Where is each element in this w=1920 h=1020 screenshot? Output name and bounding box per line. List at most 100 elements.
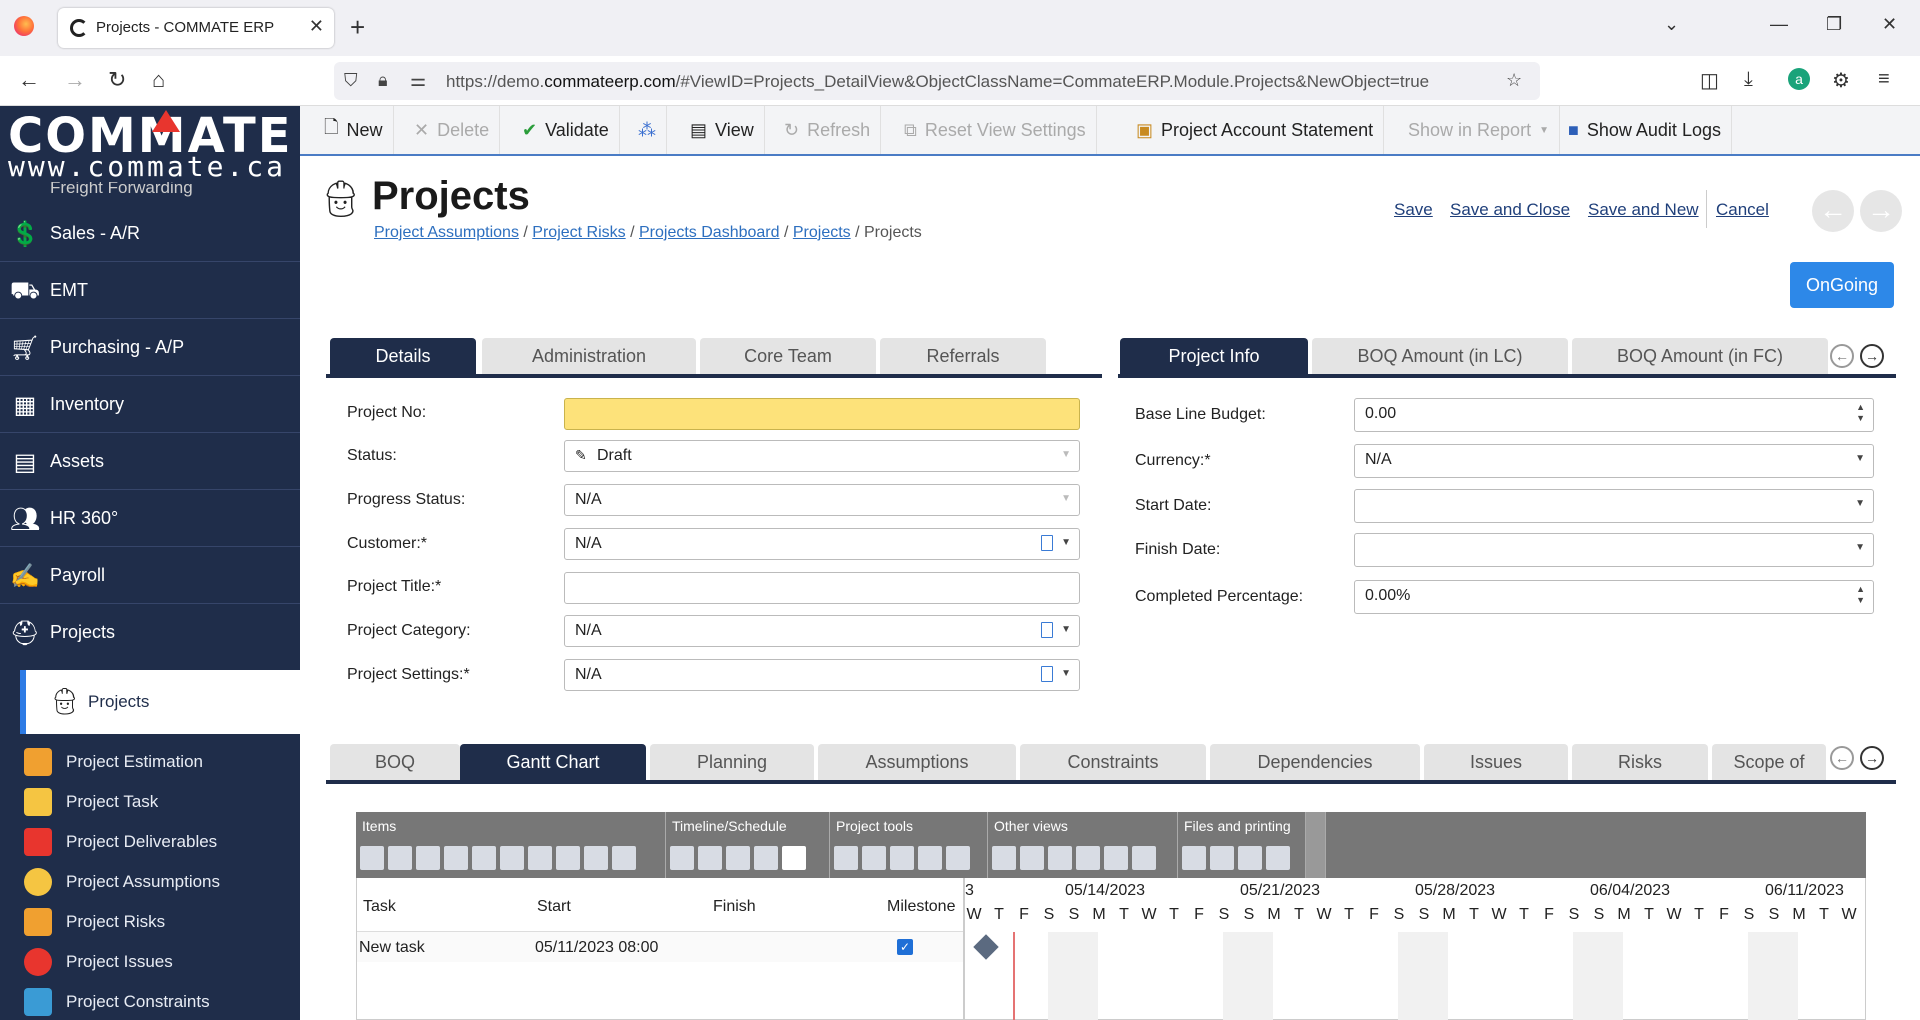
completed-percentage-input[interactable]: 0.00% ▲ ▼ [1354,580,1874,614]
bottom-tabs-scroll-right-icon[interactable]: → [1860,746,1884,770]
show-audit-logs-button[interactable]: ■ Show Audit Logs [1558,106,1732,154]
sidebar-subitem-project-estimation[interactable]: Project Estimation [0,742,300,782]
tab-dependencies[interactable]: Dependencies [1210,744,1420,780]
browser-tab[interactable]: Projects - COMMATE ERP ✕ [58,8,334,48]
chevron-down-icon[interactable]: ▼ [1855,542,1865,553]
chevron-down-icon[interactable]: ▼ [1855,453,1865,464]
downloads-icon[interactable]: ⤓ [1744,68,1753,91]
scroll-left-icon[interactable] [726,846,750,870]
tab-project-info[interactable]: Project Info [1120,338,1308,374]
tab-assumptions[interactable]: Assumptions [818,744,1016,780]
print-preview-icon[interactable] [890,846,914,870]
tab-administration[interactable]: Administration [482,338,696,374]
url-bar[interactable]: ⛉ 🔒︎ ⚌ https://demo.commateerp.com/#View… [334,62,1540,100]
move-down-icon[interactable] [612,846,636,870]
tab-referrals[interactable]: Referrals [880,338,1046,374]
save-and-new-link[interactable]: Save and New [1588,200,1699,219]
sidebar-subitem-project-constraints[interactable]: Project Constraints [0,982,300,1020]
save-link[interactable]: Save [1394,200,1433,219]
list-view-icon[interactable] [1104,846,1128,870]
breadcrumb-link-projects-dashboard[interactable]: Projects Dashboard [639,224,780,241]
chevron-down-icon[interactable]: ▼ [1061,624,1071,635]
progress-status-field[interactable]: N/A ▼ [564,484,1080,516]
tab-issues[interactable]: Issues [1424,744,1568,780]
schedule-icon[interactable] [834,846,858,870]
new-tab-icon[interactable]: + [350,12,365,43]
sidebar-item-projects[interactable]: ⛑︎ Projects [0,605,300,661]
sidebar-subitem-project-risks[interactable]: Project Risks [0,902,300,942]
spinner-icon[interactable]: ▲ ▼ [1856,402,1865,424]
delete-button[interactable]: ✕ Delete [404,106,501,154]
reset-view-settings-button[interactable]: ⧉ Reset View Settings [894,106,1097,154]
hierarchy-view-icon[interactable] [1076,846,1100,870]
chevron-down-icon[interactable]: ▼ [1061,449,1071,460]
tab-boq-amount-lc[interactable]: BOQ Amount (in LC) [1312,338,1568,374]
sidebar-item-hr[interactable]: 👥︎ HR 360° [0,491,300,547]
shield-icon[interactable]: ⛉ [344,70,358,91]
stop-icon[interactable] [782,846,806,870]
forward-icon[interactable]: → [64,67,86,93]
validate-button[interactable]: ✔ Validate [512,106,620,154]
start-date-field[interactable]: ▼ [1354,489,1874,523]
finish-date-field[interactable]: ▼ [1354,533,1874,567]
customer-field[interactable]: N/A ▼ [564,528,1080,560]
sidebar-item-payroll[interactable]: ✍ Payroll [0,548,300,604]
sidebar-item-freight-forwarding[interactable]: Freight Forwarding [0,178,300,202]
tab-details[interactable]: Details [330,338,476,374]
task-start-cell[interactable]: 05/11/2023 08:00 [535,939,658,957]
task-name-cell[interactable]: New task [359,939,425,957]
fullscreen-icon[interactable] [1132,846,1156,870]
close-tab-icon[interactable]: ✕ [309,16,324,37]
outdent-icon[interactable] [444,846,468,870]
bottom-tabs-scroll-left-icon[interactable]: ← [1830,746,1854,770]
finish-column-header[interactable]: Finish [713,898,756,916]
sidebar-item-emt[interactable]: ⛟ EMT [0,263,300,319]
project-settings-field[interactable]: N/A ▼ [564,659,1080,691]
tabs-scroll-left-icon[interactable]: ← [1830,344,1854,368]
tab-gantt-chart[interactable]: Gantt Chart [460,744,646,780]
commate-logo[interactable]: COMMATE www.commate.ca [0,106,300,183]
base-line-budget-input[interactable]: 0.00 ▲ ▼ [1354,398,1874,432]
firefox-icon[interactable] [14,16,34,36]
tab-planning[interactable]: Planning [650,744,814,780]
calendar-icon[interactable] [670,846,694,870]
copy-icon[interactable] [528,846,552,870]
edit-task-icon[interactable] [500,846,524,870]
sidebar-item-sales[interactable]: 💲 Sales - A/R [0,206,300,262]
account-icon[interactable]: a [1788,68,1810,90]
save-disk-icon[interactable] [1266,846,1290,870]
scroll-right-icon[interactable] [754,846,778,870]
tab-list-chevron-icon[interactable]: ⌄ [1664,14,1679,35]
sidebar-subitem-project-deliverables[interactable]: Project Deliverables [0,822,300,862]
spinner-icon[interactable]: ▲ ▼ [1856,584,1865,606]
chart-view-icon[interactable] [1020,846,1044,870]
network-view-icon[interactable] [1048,846,1072,870]
status-field[interactable]: ✎ Draft ▼ [564,440,1080,472]
print-icon[interactable] [1238,846,1262,870]
sidebar-item-inventory[interactable]: ▦ Inventory [0,377,300,433]
view-button[interactable]: ▤ View [680,106,765,154]
edit-record-icon[interactable] [1041,535,1053,551]
open-folder-icon[interactable] [1182,846,1206,870]
delete-task-icon[interactable] [472,846,496,870]
milestone-checkbox[interactable]: ✓ [897,939,913,955]
new-button[interactable]: 🗋 New [314,106,394,154]
tab-boq-amount-fc[interactable]: BOQ Amount (in FC) [1572,338,1828,374]
start-column-header[interactable]: Start [537,898,571,916]
sidebar-item-assets[interactable]: ▤ Assets [0,434,300,490]
status-ongoing-button[interactable]: OnGoing [1790,262,1894,308]
chevron-down-icon[interactable]: ▼ [1061,493,1071,504]
tab-boq[interactable]: BOQ [330,744,460,780]
add-task-icon[interactable] [360,846,384,870]
tab-scope[interactable]: Scope of [1712,744,1826,780]
minimize-icon[interactable]: — [1770,14,1788,35]
insert-task-icon[interactable] [388,846,412,870]
reload-icon[interactable]: ↻ [108,67,126,93]
project-account-statement-button[interactable]: ▣ Project Account Statement [1126,106,1385,154]
previous-record-icon[interactable]: ← [1812,190,1854,232]
milestone-diamond[interactable] [973,934,999,960]
sidebar-subitem-project-assumptions[interactable]: Project Assumptions [0,862,300,902]
sidebar-subitem-project-task[interactable]: Project Task [0,782,300,822]
sidebar-subitem-project-issues[interactable]: Project Issues [0,942,300,982]
grid-view-icon[interactable] [992,846,1016,870]
